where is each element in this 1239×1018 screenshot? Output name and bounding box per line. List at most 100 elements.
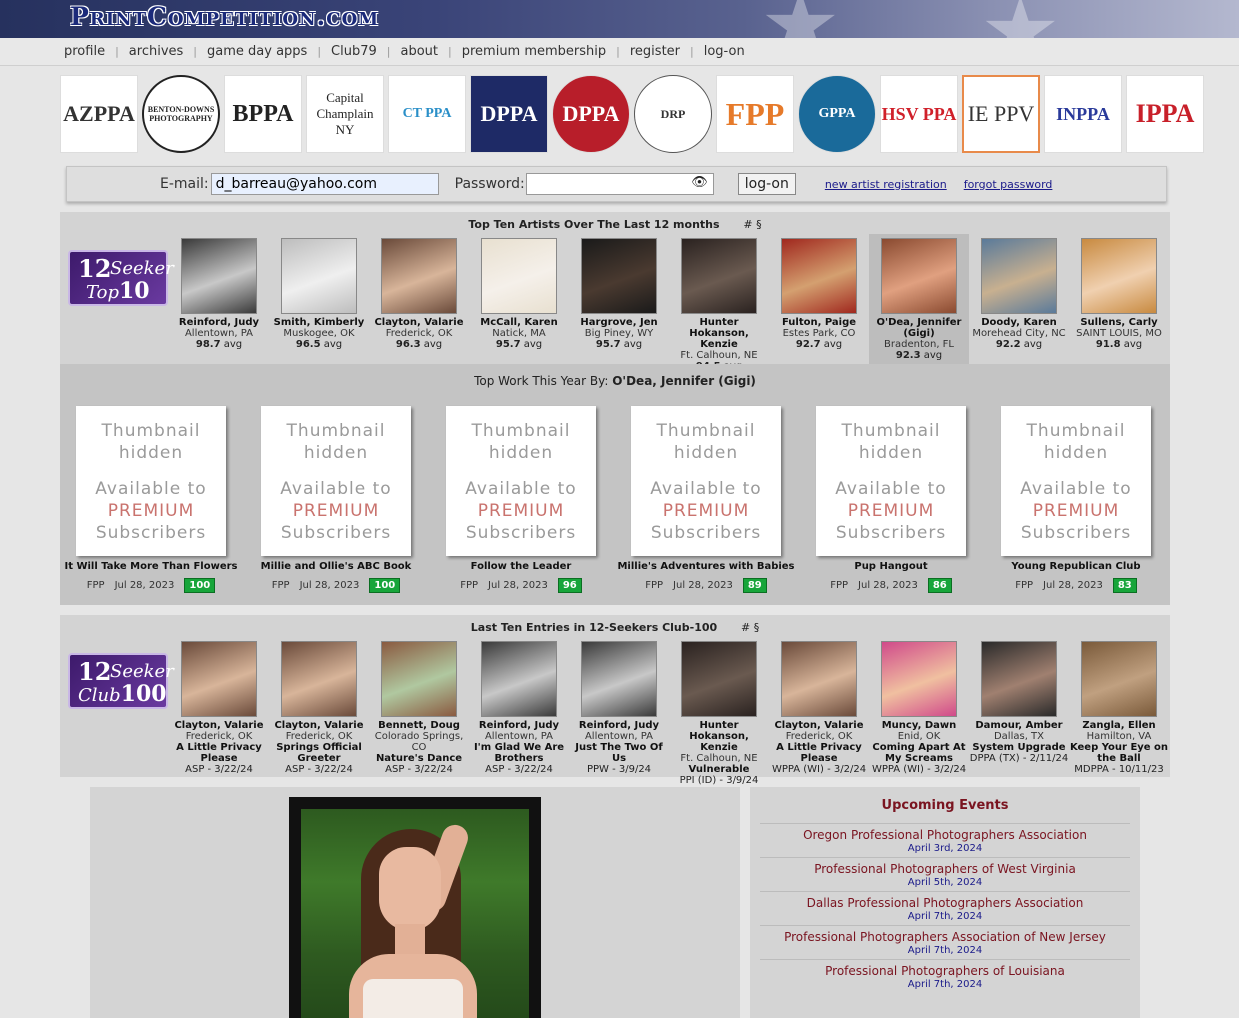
affiliate-logo-12[interactable]: INPPA [1044,75,1122,153]
event-name[interactable]: Oregon Professional Photographers Associ… [760,828,1130,842]
entry-artist-name[interactable]: Bennett, Doug [369,720,469,731]
entry-artist-name[interactable]: Clayton, Valarie [769,720,869,731]
event-item[interactable]: Professional Photographers of Louisiana A… [760,959,1130,993]
entry-photo[interactable] [681,641,757,717]
artist-name[interactable]: Fulton, Paige [769,317,869,328]
top-artist-card[interactable]: Doody, Karen Morehead City, NC 92.2 avg [969,238,1069,360]
work-thumbnail[interactable]: Thumbnail hidden Available to PREMIUM Subscr… [816,406,966,556]
nav-link-3[interactable]: Club79 [327,44,381,59]
entry-title[interactable]: Vulnerable [669,764,769,775]
work-thumbnail[interactable]: Thumbnail hidden Available to PREMIUM Subscr… [631,406,781,556]
affiliate-logo-2[interactable]: BPPA [224,75,302,153]
event-name[interactable]: Professional Photographers of Louisiana [760,964,1130,978]
work-title[interactable]: Follow the Leader [431,561,611,572]
entry-photo[interactable] [781,641,857,717]
affiliate-logo-8[interactable]: FPP [716,75,794,153]
entry-card[interactable]: Clayton, Valarie Frederick, OK A Little Pr… [769,641,869,775]
entry-artist-name[interactable]: Damour, Amber [969,720,1069,731]
entry-photo[interactable] [881,641,957,717]
entry-card[interactable]: Clayton, Valarie Frederick, OK Springs Off… [269,641,369,775]
work-thumbnail[interactable]: Thumbnail hidden Available to PREMIUM Subscr… [76,406,226,556]
entry-title[interactable]: A Little Privacy Please [169,742,269,764]
log-on-button[interactable]: log-on [737,173,796,195]
entry-artist-name[interactable]: Muncy, Dawn [869,720,969,731]
nav-link-7[interactable]: log-on [700,44,749,59]
artist-photo[interactable] [981,238,1057,314]
artist-name[interactable]: McCall, Karen [469,317,569,328]
entry-card[interactable]: Muncy, Dawn Enid, OK Coming Apart At My Sc… [869,641,969,775]
entry-title[interactable]: System Upgrade [969,742,1069,753]
entry-title[interactable]: Keep Your Eye on the Ball [1069,742,1169,764]
entry-photo[interactable] [381,641,457,717]
entry-title[interactable]: A Little Privacy Please [769,742,869,764]
event-name[interactable]: Professional Photographers of West Virgi… [760,862,1130,876]
artist-photo[interactable] [381,238,457,314]
entry-artist-name[interactable]: Clayton, Valarie [169,720,269,731]
affiliate-logo-9[interactable]: GPPA [798,75,876,153]
new-artist-link[interactable]: new artist registration [825,178,947,191]
artist-photo[interactable] [681,238,757,314]
entry-artist-name[interactable]: Zangla, Ellen [1069,720,1169,731]
artist-photo[interactable] [581,238,657,314]
work-title[interactable]: Pup Hangout [801,561,981,572]
artist-name[interactable]: Doody, Karen [969,317,1069,328]
entry-photo[interactable] [581,641,657,717]
artist-photo[interactable] [481,238,557,314]
artist-name[interactable]: Smith, Kimberly [269,317,369,328]
nav-link-1[interactable]: archives [125,44,188,59]
entry-card[interactable]: Bennett, Doug Colorado Springs, CO Nature'… [369,641,469,775]
top-artist-card[interactable]: Hargrove, Jen Big Piney, WY 95.7 avg [569,238,669,360]
eye-icon[interactable]: 👁 [691,175,708,190]
affiliate-logo-7[interactable]: DRP [634,75,712,153]
entry-card[interactable]: Reinford, Judy Allentown, PA Just The Two … [569,641,669,775]
affiliate-logo-1[interactable]: BENTON-DOWNS PHOTOGRAPHY [142,75,220,153]
top-artist-card[interactable]: Sullens, Carly SAINT LOUIS, MO 91.8 avg [1069,238,1169,360]
event-item[interactable]: Dallas Professional Photographers Associ… [760,891,1130,925]
artist-photo[interactable] [881,238,957,314]
affiliate-logo-13[interactable]: IPPA [1126,75,1204,153]
work-thumbnail[interactable]: Thumbnail hidden Available to PREMIUM Subscr… [446,406,596,556]
event-name[interactable]: Professional Photographers Association o… [760,930,1130,944]
entry-title[interactable]: Nature's Dance [369,753,469,764]
forgot-password-link[interactable]: forgot password [964,178,1053,191]
work-title[interactable]: It Will Take More Than Flowers [61,561,241,572]
work-thumbnail[interactable]: Thumbnail hidden Available to PREMIUM Subscr… [261,406,411,556]
event-item[interactable]: Professional Photographers Association o… [760,925,1130,959]
entry-photo[interactable] [1081,641,1157,717]
artist-photo[interactable] [1081,238,1157,314]
artist-photo[interactable] [181,238,257,314]
entry-photo[interactable] [981,641,1057,717]
affiliate-logo-10[interactable]: HSV PPA [880,75,958,153]
entry-artist-name[interactable]: Reinford, Judy [569,720,669,731]
email-input[interactable] [210,173,439,195]
nav-link-4[interactable]: about [397,44,443,59]
top-artist-card[interactable]: McCall, Karen Natick, MA 95.7 avg [469,238,569,360]
top-artist-card[interactable]: Clayton, Valarie Frederick, OK 96.3 avg [369,238,469,360]
entry-card[interactable]: Hunter Hokanson, Kenzie Ft. Calhoun, NE Vu… [669,641,769,786]
entry-photo[interactable] [181,641,257,717]
password-input[interactable] [525,173,714,195]
work-title[interactable]: Millie's Adventures with Babies [616,561,796,572]
top-work-artist[interactable]: O'Dea, Jennifer (Gigi) [612,374,756,388]
nav-link-5[interactable]: premium membership [458,44,610,59]
affiliate-logo-6[interactable]: DPPA [552,75,630,153]
featured-image-frame[interactable] [289,797,541,1018]
affiliate-logo-11[interactable]: IE PPV [962,75,1040,153]
entry-title[interactable]: Coming Apart At My Screams [869,742,969,764]
last-ten-hash[interactable]: # § [741,621,759,634]
entry-artist-name[interactable]: Reinford, Judy [469,720,569,731]
work-title[interactable]: Millie and Ollie's ABC Book [246,561,426,572]
entry-card[interactable]: Damour, Amber Dallas, TX System Upgrade DPP… [969,641,1069,764]
top-artist-card[interactable]: O'Dea, Jennifer (Gigi) Bradenton, FL 92.3 … [869,234,969,364]
nav-link-0[interactable]: profile [60,44,109,59]
event-name[interactable]: Dallas Professional Photographers Associ… [760,896,1130,910]
work-thumbnail[interactable]: Thumbnail hidden Available to PREMIUM Subscr… [1001,406,1151,556]
top-artist-card[interactable]: Reinford, Judy Allentown, PA 98.7 avg [169,238,269,360]
artist-name[interactable]: Hunter Hokanson, Kenzie [669,317,769,350]
artist-photo[interactable] [281,238,357,314]
entry-photo[interactable] [481,641,557,717]
work-title[interactable]: Young Republican Club [986,561,1166,572]
affiliate-logo-5[interactable]: DPPA [470,75,548,153]
entry-title[interactable]: Just The Two Of Us [569,742,669,764]
nav-link-6[interactable]: register [626,44,684,59]
